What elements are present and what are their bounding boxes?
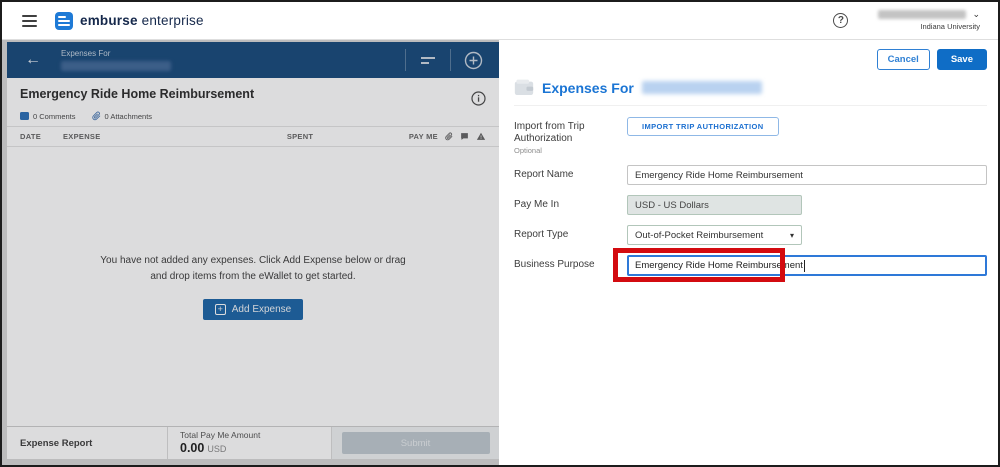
back-arrow-icon[interactable]: ←: [25, 52, 41, 68]
emburse-logo-icon: [55, 11, 73, 30]
total-pay-me-label: Total Pay Me Amount: [180, 430, 261, 440]
report-type-select[interactable]: Out-of-Pocket Reimbursement ▾: [627, 225, 802, 245]
report-name-input[interactable]: [627, 165, 987, 185]
hamburger-menu-icon[interactable]: [22, 14, 37, 27]
comments-link[interactable]: 0 Comments: [20, 112, 76, 121]
user-organization: Indiana University: [920, 22, 980, 31]
save-button[interactable]: Save: [936, 49, 987, 70]
report-type-value: Out-of-Pocket Reimbursement: [635, 229, 764, 241]
sort-filter-icon[interactable]: [406, 56, 450, 64]
edit-report-panel: Cancel Save Expenses For Import from Tri…: [499, 40, 998, 465]
report-name-label: Report Name: [514, 169, 574, 180]
report-type-label: Report Type: [514, 229, 569, 240]
wallet-icon: [514, 79, 534, 95]
business-purpose-value: Emergency Ride Home Reimbursement: [635, 260, 803, 271]
add-expense-button[interactable]: + Add Expense: [202, 299, 304, 320]
attachments-link[interactable]: 0 Attachments: [91, 111, 153, 121]
column-spent[interactable]: SPENT: [287, 132, 409, 141]
business-purpose-input[interactable]: Emergency Ride Home Reimbursement: [627, 255, 987, 276]
column-expense[interactable]: EXPENSE: [63, 132, 287, 141]
comments-count: 0 Comments: [33, 111, 76, 121]
pay-me-in-field: USD - US Dollars: [627, 195, 802, 215]
column-date[interactable]: DATE: [20, 132, 63, 141]
brand-name: emburse: [80, 13, 138, 28]
warning-column-icon: [476, 132, 486, 140]
redacted-user-name: [878, 10, 967, 19]
attachments-count: 0 Attachments: [104, 111, 153, 121]
add-circle-icon[interactable]: [451, 51, 493, 70]
select-arrow-icon: ▾: [789, 230, 794, 240]
empty-expense-area: You have not added any expenses. Click A…: [7, 147, 499, 426]
comment-icon: [20, 112, 29, 120]
brand-suffix: enterprise: [141, 13, 204, 28]
import-trip-authorization-button[interactable]: IMPORT TRIP AUTHORIZATION: [627, 117, 779, 136]
plus-square-icon: +: [214, 304, 226, 315]
column-pay-me[interactable]: PAY ME: [409, 132, 438, 141]
expense-report-panel-dimmed: ← Expenses For Emergency Ride Home Reimb…: [2, 40, 499, 465]
total-pay-me-block: Total Pay Me Amount 0.00 USD: [167, 427, 331, 459]
redacted-owner-name: [641, 81, 762, 94]
panel-title: Expenses For: [542, 79, 634, 96]
expense-report-label: Expense Report: [20, 437, 93, 449]
total-currency: USD: [207, 444, 227, 454]
optional-hint: Optional: [514, 146, 542, 155]
pay-me-in-label: Pay Me In: [514, 199, 560, 210]
info-icon[interactable]: [471, 91, 486, 106]
report-footer-bar: Expense Report Total Pay Me Amount 0.00 U…: [7, 426, 499, 459]
expenses-for-eyebrow: Expenses For: [61, 49, 111, 58]
cancel-button[interactable]: Cancel: [876, 49, 930, 70]
expense-table-header: DATE EXPENSE SPENT PAY ME: [7, 126, 499, 147]
user-menu[interactable]: ⌄ Indiana University: [878, 10, 980, 31]
total-amount: 0.00: [180, 441, 205, 455]
empty-state-message: You have not added any expenses. Click A…: [100, 255, 406, 282]
help-icon[interactable]: ?: [833, 13, 849, 28]
app-window: emburse enterprise ? ⌄ Indiana Universit…: [0, 0, 1000, 467]
top-app-bar: emburse enterprise ? ⌄ Indiana Universit…: [2, 2, 998, 40]
submit-button[interactable]: Submit: [341, 432, 490, 454]
redacted-report-owner: [61, 61, 171, 71]
comment-column-icon: [461, 133, 468, 140]
paperclip-column-icon: [445, 132, 453, 141]
import-trip-label: Import from Trip Authorization Optional: [514, 117, 627, 155]
brand-title: emburse enterprise: [80, 13, 204, 28]
panel-title-row: Expenses For: [514, 79, 987, 106]
paperclip-icon: [91, 111, 100, 121]
report-title: Emergency Ride Home Reimbursement: [20, 87, 255, 101]
text-cursor: [803, 259, 805, 272]
business-purpose-label: Business Purpose: [514, 259, 595, 270]
report-header-bar: ← Expenses For: [7, 42, 499, 78]
chevron-down-icon: ⌄: [972, 9, 980, 19]
